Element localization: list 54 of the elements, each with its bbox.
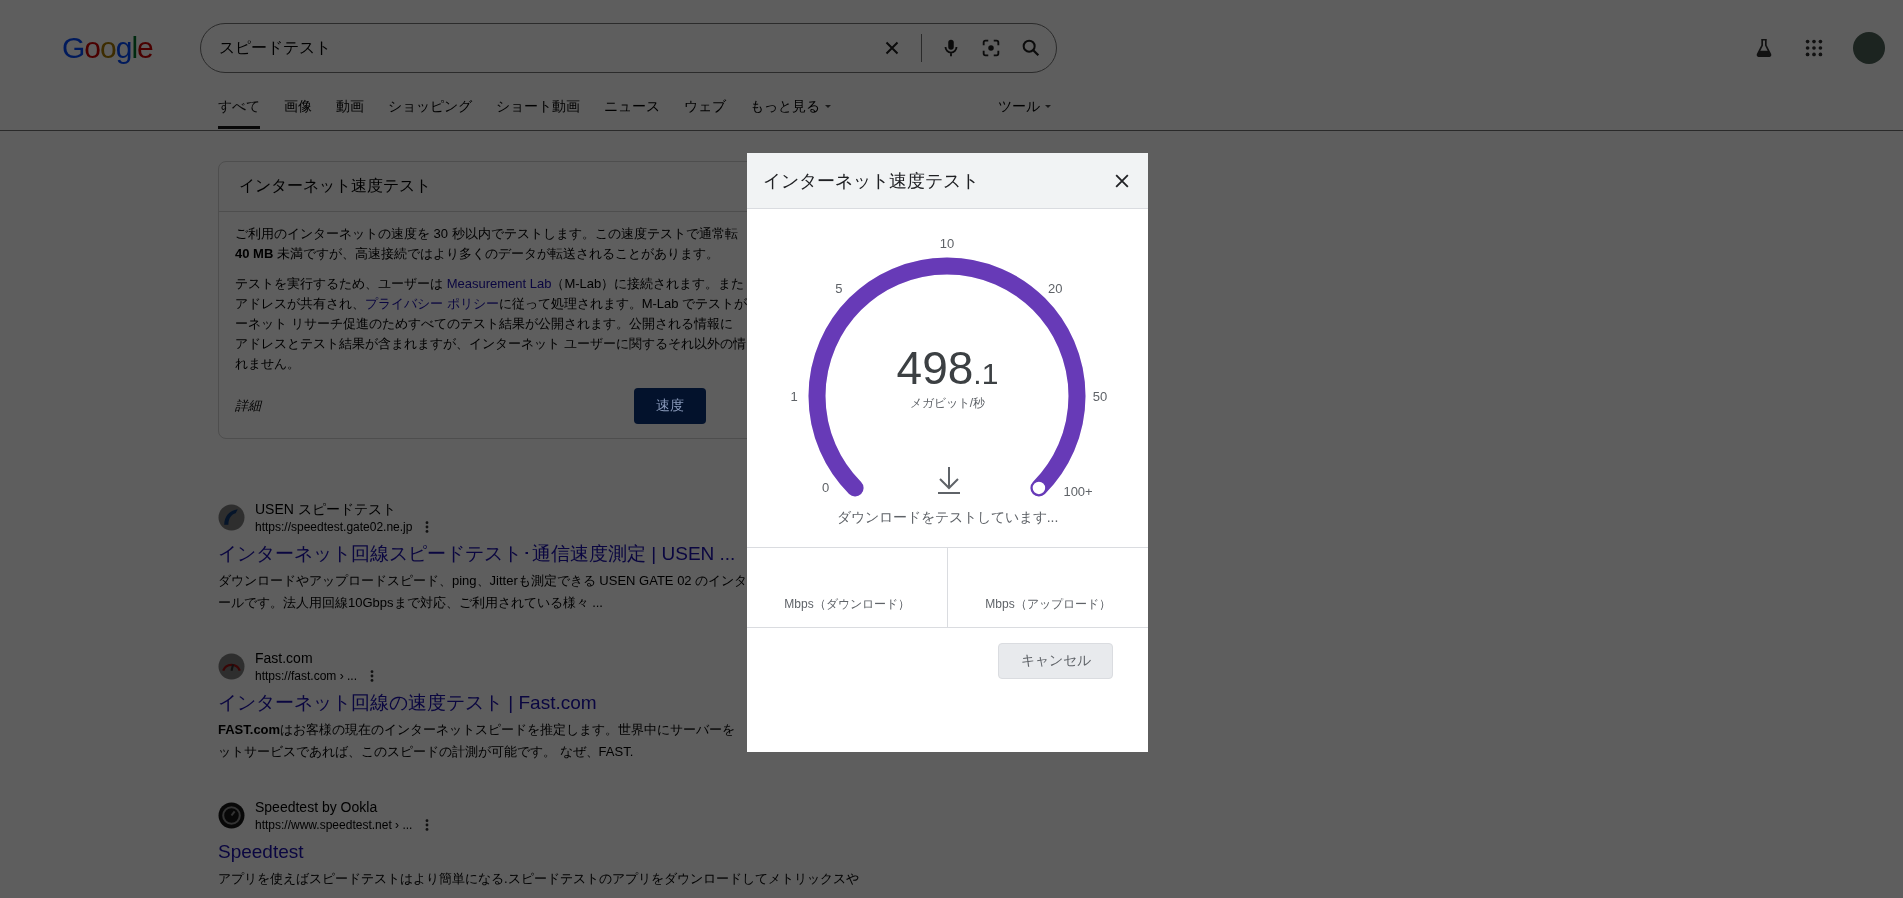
google-logo[interactable]: Google <box>62 31 200 65</box>
tools-menu[interactable]: ツール <box>998 96 1053 116</box>
result-url: https://speedtest.gate02.ne.jp <box>255 519 413 535</box>
search-field[interactable]: スピードテスト <box>200 23 1057 73</box>
text-link[interactable]: プライバシー ポリシー <box>365 296 499 311</box>
result-url: https://fast.com › ... <box>255 668 358 684</box>
search-tab[interactable]: ウェブ <box>684 96 726 129</box>
result-title-link[interactable]: インターネット回線の速度テスト | Fast.com <box>218 690 597 716</box>
result-title-link[interactable]: Speedtest <box>218 839 304 865</box>
gauge-tick-label: 20 <box>1047 280 1063 296</box>
result-snippet: ダウンロードやアップロードスピード、ping、Jitterも測定できる USEN GATE 02 のインタ ールです。法人用回線10Gbpsまで対応、ご利用されている様々 ... <box>218 572 748 612</box>
search-tab[interactable]: もっと見る <box>750 96 833 129</box>
search-icon[interactable] <box>1020 37 1042 59</box>
avatar[interactable] <box>1853 32 1885 64</box>
speedometer-icon <box>218 652 245 680</box>
site-name: Speedtest by Ookla <box>255 798 379 817</box>
dialog-title: インターネット速度テスト <box>763 169 979 193</box>
site-favicon-icon <box>218 503 245 531</box>
gauge-tick-label: 100+ <box>1063 484 1093 500</box>
search-tab[interactable]: 画像 <box>284 96 312 129</box>
result-title-link[interactable]: インターネット回線スピードテスト･通信速度測定 | USEN ... <box>218 541 736 567</box>
site-name: USEN スピードテスト <box>255 500 397 519</box>
search-tab[interactable]: すべて <box>218 96 260 129</box>
text-link[interactable]: Measurement Lab <box>446 276 552 291</box>
apps-grid-icon[interactable] <box>1803 37 1825 59</box>
more-options-icon[interactable] <box>424 818 431 832</box>
run-test-button[interactable]: 速度 <box>634 388 706 424</box>
search-tab[interactable]: ニュース <box>604 96 660 129</box>
gauge-tick-label: 50 <box>1092 389 1108 404</box>
site-name: Fast.com <box>255 649 314 668</box>
result-cell: Mbps（アップロード） <box>947 548 1148 627</box>
cancel-button[interactable]: キャンセル <box>998 643 1113 679</box>
more-options-icon[interactable] <box>369 669 376 683</box>
result-url: https://www.speedtest.net › ... <box>255 817 413 833</box>
gauge-tick-label: 5 <box>835 280 843 296</box>
result-cell-text: Mbps（ダウンロード） <box>783 596 911 613</box>
speed-reading: 498.1 <box>896 343 999 396</box>
result-snippet: アプリを使えばスピードテストはより簡単になる.スピードテストのアプリをダウンロードしてメトリックスや <box>218 870 859 888</box>
description-paragraph: ご利用のインターネットの速度を 30 秒以内でテストします。この速度テストで通常転 40 MB 未満ですが、高速接続ではより多くのデータが転送されることがあります。 <box>235 225 738 263</box>
gauge-icon <box>218 801 245 829</box>
download-icon <box>937 466 961 494</box>
gauge-tick-label: 0 <box>822 480 830 496</box>
description-paragraph: テストを実行するため、ユーザーは Measurement Lab（M-Lab）に接続されます。また アドレスが共有され、プライバシー ポリシーに従って処理されます。M-Lab でテストが ーネット リサーチ促進のためすべてのテスト結果が公開されます。公開される情報に アドレスとテスト結果が含まれますが、インターネット ユーザーに関するそれ以外の情 れません。 <box>235 275 748 373</box>
more-options-icon[interactable] <box>424 520 431 534</box>
details-link[interactable]: 詳細 <box>235 397 261 415</box>
status-text: ダウンロードをテストしています... <box>836 509 1059 527</box>
gauge-tick-label: 10 <box>939 236 955 251</box>
search-tab[interactable]: ショッピング <box>388 96 472 129</box>
search-tab[interactable]: ショート動画 <box>496 96 580 129</box>
result-snippet: FAST.comはお客様の現在のインターネットスピードを推定します。世界中にサーバーを ットサービスであれば、このスピードの計測が可能です。 なぜ、FAST. <box>218 721 736 761</box>
search-tab[interactable]: 動画 <box>336 96 364 129</box>
camera-search-icon[interactable] <box>980 37 1002 59</box>
speed-unit: メガビット/秒 <box>909 395 986 412</box>
gauge-tick-label: 1 <box>790 389 798 404</box>
